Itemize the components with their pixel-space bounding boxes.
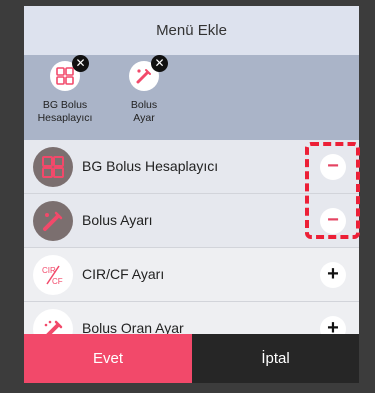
dialog-title: Menü Ekle [24,6,359,55]
menu-item-label: CIR/CF Ayarı [82,266,165,282]
bolus-settings-icon [33,201,73,241]
remove-icon[interactable]: ✕ [72,55,89,72]
selected-item-bolus-ayar[interactable]: ✕ Bolus Ayar [109,55,179,125]
menu-item-label: Bolus Ayarı [82,212,153,228]
selected-item-label: Bolus Ayar [130,99,158,124]
cancel-button[interactable]: İptal [192,334,359,383]
add-item-button[interactable]: + [320,262,346,288]
bg-bolus-calculator-icon: ✕ [50,55,89,91]
dialog-footer: Evet İptal [24,334,359,383]
menu-item-cir-cf: CIR CF CIR/CF Ayarı + [24,248,359,302]
menu-item-label: BG Bolus Hesaplayıcı [82,158,219,174]
bolus-settings-icon: ✕ [129,55,168,91]
highlight-box [305,142,360,239]
selected-items-bar: ✕ BG Bolus Hesaplayıcı ✕ Bolus Ayar [24,55,359,140]
selected-item-label: BG Bolus Hesaplayıcı [37,99,93,124]
confirm-button[interactable]: Evet [24,334,192,383]
cir-cf-icon: CIR CF [33,255,73,295]
selected-item-bg-bolus[interactable]: ✕ BG Bolus Hesaplayıcı [30,55,100,125]
svg-text:CF: CF [52,277,63,286]
bg-bolus-calculator-icon [33,147,73,187]
remove-icon[interactable]: ✕ [151,55,168,72]
